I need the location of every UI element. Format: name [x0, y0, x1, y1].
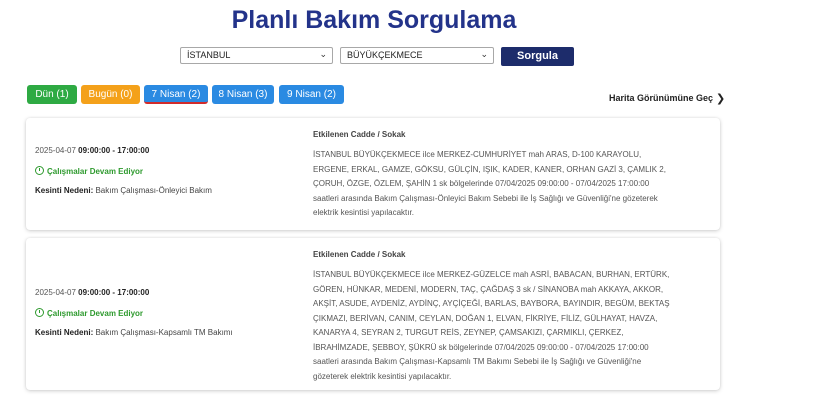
page-title: Planlı Bakım Sorgulama	[231, 6, 517, 34]
tab-yesterday[interactable]: Dün (1)	[27, 85, 77, 104]
tab-today[interactable]: Bugün (0)	[81, 85, 140, 104]
affected-streets-text: İSTANBUL BÜYÜKÇEKMECE ilce MERKEZ-GÜZELC…	[313, 270, 670, 381]
search-button[interactable]: Sorgula	[501, 47, 574, 66]
outage-status-text: Çalışmalar Devam Ediyor	[47, 167, 144, 176]
map-view-link[interactable]: Harita Görünümüne Geç ❯	[609, 91, 726, 105]
clock-icon	[35, 308, 44, 317]
affected-streets-text: İSTANBUL BÜYÜKÇEKMECE ilce MERKEZ-CUMHUR…	[313, 150, 666, 217]
outage-reason-value: Bakım Çalışması-Kapsamlı TM Bakımı	[95, 328, 233, 337]
clock-icon	[35, 166, 44, 175]
map-view-link-label: Harita Görünümüne Geç	[609, 93, 714, 103]
outage-time: 09:00:00 - 17:00:00	[78, 288, 150, 297]
outage-status-text: Çalışmalar Devam Ediyor	[47, 309, 144, 318]
outage-datetime: 2025-04-07 09:00:00 - 17:00:00	[35, 288, 233, 297]
outage-date: 2025-04-07	[35, 146, 76, 155]
tab-8-nisan[interactable]: 8 Nisan (3)	[212, 85, 274, 104]
district-select-value: BÜYÜKÇEKMECE	[347, 50, 423, 60]
outage-card: 2025-04-07 09:00:00 - 17:00:00 Çalışmala…	[26, 118, 720, 230]
district-select[interactable]: BÜYÜKÇEKMECE ⌄	[340, 47, 494, 64]
affected-streets-heading: Etkilenen Cadde / Sokak	[313, 250, 406, 259]
province-select[interactable]: İSTANBUL ⌄	[180, 47, 333, 64]
outage-status: Çalışmalar Devam Ediyor	[35, 165, 212, 176]
outage-reason: Kesinti Nedeni: Bakım Çalışması-Önleyici…	[35, 186, 212, 195]
province-select-value: İSTANBUL	[187, 50, 231, 60]
outage-datetime: 2025-04-07 09:00:00 - 17:00:00	[35, 146, 212, 155]
outage-reason-label: Kesinti Nedeni:	[35, 186, 94, 195]
outage-card: 2025-04-07 09:00:00 - 17:00:00 Çalışmala…	[26, 238, 720, 390]
outage-reason-value: Bakım Çalışması-Önleyici Bakım	[95, 186, 212, 195]
affected-streets-heading: Etkilenen Cadde / Sokak	[313, 130, 406, 139]
chevron-down-icon: ⌄	[319, 49, 327, 59]
chevron-down-icon: ⌄	[480, 49, 488, 59]
outage-reason-label: Kesinti Nedeni:	[35, 328, 94, 337]
outage-time: 09:00:00 - 17:00:00	[78, 146, 150, 155]
tab-7-nisan[interactable]: 7 Nisan (2)	[144, 85, 208, 104]
outage-date: 2025-04-07	[35, 288, 76, 297]
outage-reason: Kesinti Nedeni: Bakım Çalışması-Kapsamlı…	[35, 328, 233, 337]
outage-status: Çalışmalar Devam Ediyor	[35, 307, 233, 318]
chevron-right-icon: ❯	[716, 93, 726, 105]
tab-9-nisan[interactable]: 9 Nisan (2)	[279, 85, 344, 104]
